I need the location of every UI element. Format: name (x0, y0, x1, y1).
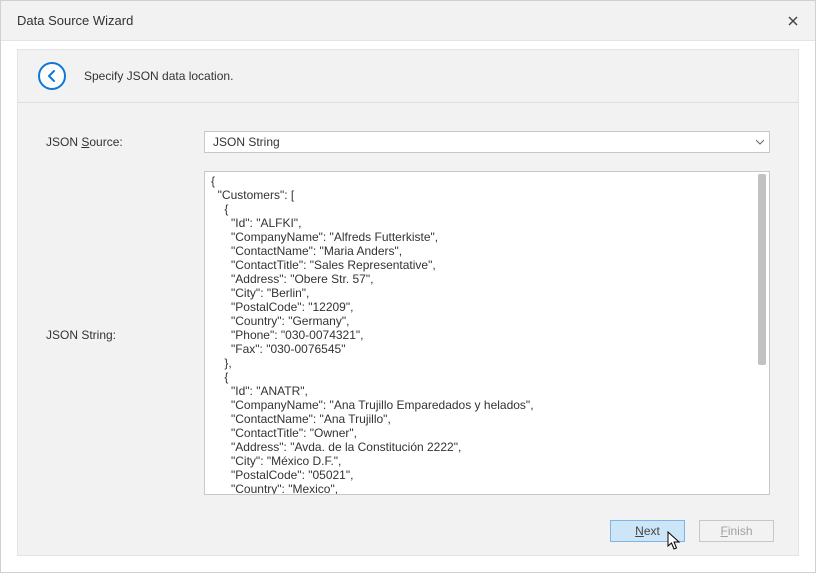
wizard-content: Specify JSON data location. JSON Source:… (17, 49, 799, 556)
wizard-footer: Next Finish (18, 507, 798, 555)
json-string-input-wrap: { "Customers": [ { "Id": "ALFKI", "Compa… (204, 171, 770, 495)
json-string-input[interactable]: { "Customers": [ { "Id": "ALFKI", "Compa… (205, 172, 769, 494)
json-source-value: JSON String (213, 135, 280, 149)
dialog-title: Data Source Wizard (17, 13, 133, 28)
scrollbar[interactable] (757, 174, 767, 492)
next-button[interactable]: Next (610, 520, 685, 542)
scrollbar-thumb[interactable] (758, 174, 766, 365)
json-source-dropdown[interactable]: JSON String (204, 131, 770, 153)
back-arrow-icon (45, 69, 59, 83)
instruction-text: Specify JSON data location. (84, 69, 233, 83)
form-area: JSON Source: JSON String JSON String: { … (18, 103, 798, 507)
json-source-label: JSON Source: (46, 131, 196, 149)
titlebar: Data Source Wizard (1, 1, 815, 41)
chevron-down-icon (751, 132, 769, 152)
json-string-label: JSON String: (46, 324, 196, 342)
close-button[interactable] (783, 11, 803, 31)
finish-button: Finish (699, 520, 774, 542)
cursor-icon (667, 531, 683, 553)
back-button[interactable] (38, 62, 66, 90)
close-icon (788, 16, 798, 26)
data-source-wizard-dialog: Data Source Wizard Specify JSON data loc… (0, 0, 816, 573)
wizard-header: Specify JSON data location. (18, 50, 798, 103)
